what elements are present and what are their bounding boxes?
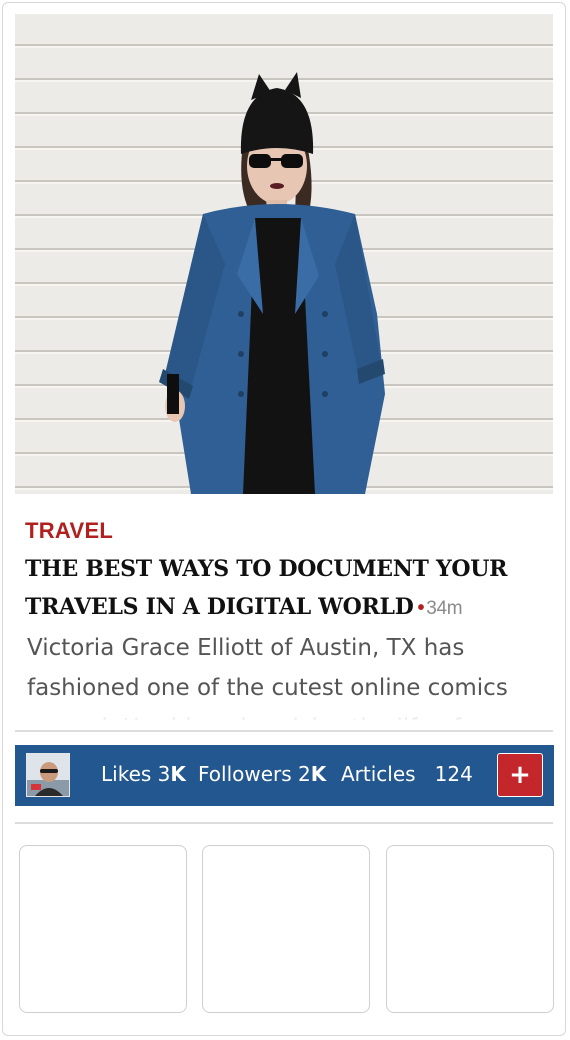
likes-label: Likes — [101, 762, 152, 786]
hero-photo-illustration — [159, 72, 385, 494]
article-headline[interactable]: THE BEST WAYS TO DOCUMENT YOUR TRAVELS I… — [25, 550, 545, 628]
likes-stat: Likes 3K — [101, 762, 186, 786]
follow-add-button[interactable]: + — [497, 753, 543, 797]
article-hero-image[interactable] — [15, 14, 553, 494]
related-thumbnail[interactable] — [386, 845, 554, 1013]
separator-dot: • — [417, 597, 425, 619]
articles-label: Articles — [341, 762, 416, 786]
likes-count: 3 — [157, 762, 171, 786]
followers-suffix: K — [310, 762, 327, 786]
followers-count: 2 — [298, 762, 311, 786]
avatar-icon — [27, 754, 69, 796]
divider — [15, 730, 553, 732]
plus-icon: + — [509, 760, 531, 790]
related-thumbnail[interactable] — [19, 845, 187, 1013]
related-thumbnail[interactable] — [202, 845, 370, 1013]
author-stats-bar: Likes 3K Followers 2K Articles 124 + — [15, 745, 554, 806]
followers-stat: Followers 2K — [198, 762, 326, 786]
followers-label: Followers — [198, 762, 292, 786]
author-avatar[interactable] — [26, 753, 70, 797]
article-timestamp: 34m — [426, 598, 463, 619]
excerpt-fade-overlay — [15, 700, 553, 728]
divider — [15, 822, 553, 824]
article-category[interactable]: TRAVEL — [25, 518, 113, 544]
articles-count: 124 — [434, 762, 473, 786]
articles-stat: Articles 124 — [341, 762, 473, 786]
likes-suffix: K — [170, 762, 186, 786]
